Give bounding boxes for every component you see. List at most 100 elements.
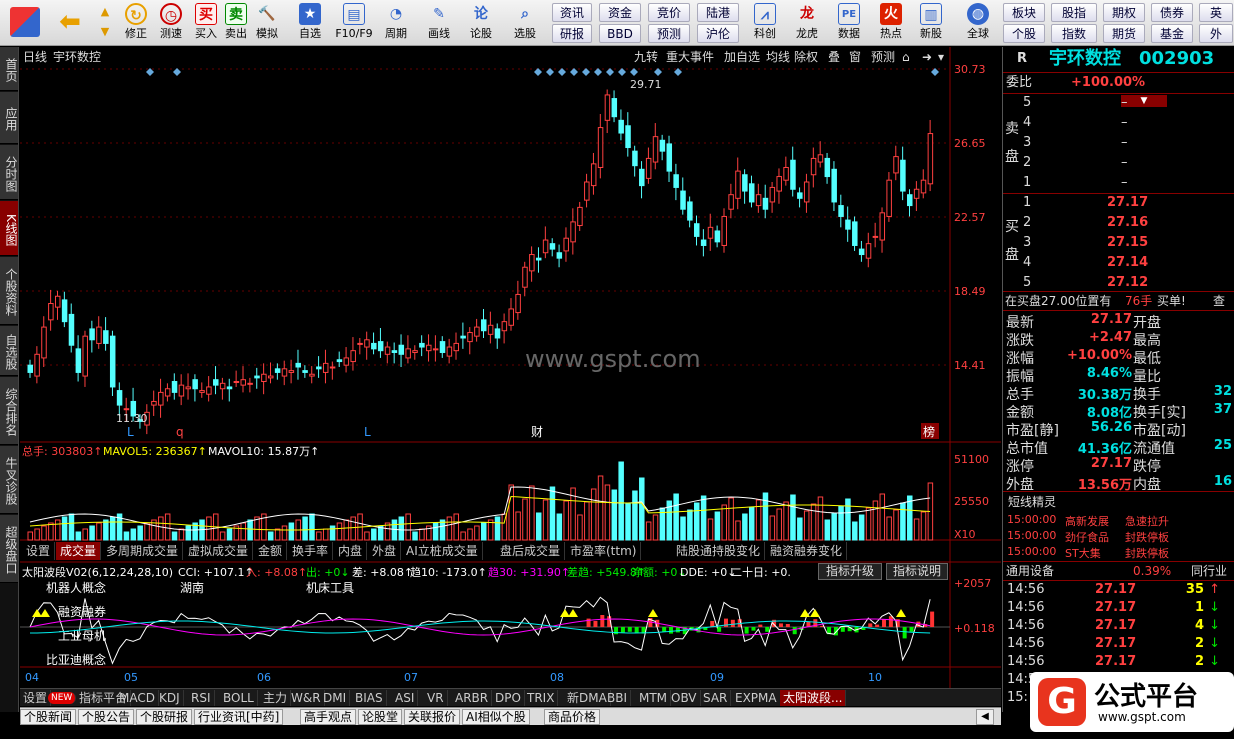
vol-tab-1[interactable]: 成交量	[56, 542, 102, 560]
ind-tab-6[interactable]: BOLL	[220, 690, 258, 706]
ind-tab-18[interactable]: MTM	[636, 690, 672, 706]
side-tab-diagnosis[interactable]: 牛叉诊股	[0, 446, 18, 514]
ind-tab-5[interactable]: RSI	[188, 690, 215, 706]
vol-tab-6[interactable]: 内盘	[334, 542, 368, 560]
forex-button[interactable]: 外汇	[1199, 24, 1233, 60]
research-button[interactable]: 研报	[552, 24, 592, 43]
index-futures-button[interactable]: 股指	[1051, 3, 1097, 22]
vol-tab-7[interactable]: 外盘	[368, 542, 402, 560]
options-button[interactable]: 期权	[1103, 3, 1145, 22]
chart-btn-2[interactable]: 加自选	[724, 50, 760, 64]
side-tab-timeshare[interactable]: 分时图	[0, 145, 18, 200]
side-tab-profile[interactable]: 个股资料	[0, 257, 18, 325]
chart-btn-5[interactable]: 叠	[828, 50, 840, 64]
global-button[interactable]: ◍ 全球	[958, 2, 998, 44]
news-tab-2[interactable]: 个股研报	[136, 709, 193, 725]
simulate-button[interactable]: 🔨 模拟	[252, 2, 282, 44]
dragon-tiger-button[interactable]: 龙龙虎	[788, 2, 826, 44]
side-tab-apps[interactable]: 应用	[0, 92, 18, 144]
bbd-button[interactable]: BBD	[599, 24, 641, 43]
news-tab-3[interactable]: 行业资讯[中药]	[194, 709, 284, 725]
hot-button[interactable]: 火热点	[872, 2, 910, 44]
buy-button[interactable]: 买买入	[192, 2, 220, 44]
side-tab-watchlist[interactable]: 自选股	[0, 326, 18, 376]
chart-btn-0[interactable]: 九转	[634, 49, 658, 64]
side-tab-ranking[interactable]: 综合排名	[0, 377, 18, 445]
shanghai-london-button[interactable]: 沪伦	[697, 24, 739, 43]
news-tab-7[interactable]: AI相似个股	[462, 709, 530, 725]
ind-tab-4[interactable]: KDJ	[156, 690, 184, 706]
ind-tab-19[interactable]: OBV	[668, 690, 701, 706]
indices-button[interactable]: 指数	[1051, 24, 1097, 43]
stocks-button[interactable]: 个股	[1003, 24, 1045, 43]
indicator-help-button[interactable]: 指标说明	[886, 563, 948, 580]
chart-btn-1[interactable]: 重大事件	[666, 50, 714, 64]
ind-tab-22[interactable]: 太阳波段...	[780, 690, 847, 706]
ind-tab-17[interactable]: BBI	[604, 690, 632, 706]
elf-stock-1[interactable]: 劲仔食品	[1065, 529, 1109, 545]
ind-tab-7[interactable]: 主力	[260, 690, 292, 706]
ind-tab-10[interactable]: BIAS	[352, 690, 387, 706]
side-tab-home[interactable]: 首页	[0, 47, 18, 91]
kline-chart-svg[interactable]: 日线 宇环数控 九转 重大事件 加自选 均线 除权叠窗预测 ⌂ ➜ ▾ 30.73 26.65 2…	[20, 47, 1001, 688]
funds-market-button[interactable]: 基金	[1151, 24, 1193, 43]
sector-button[interactable]: 板块	[1003, 3, 1045, 22]
vol-tab-12[interactable]: 融资融券变化	[766, 542, 848, 560]
vol-tab-0[interactable]: 设置	[22, 542, 56, 560]
news-button[interactable]: 资讯	[552, 3, 592, 22]
data-button[interactable]: PE 数据	[830, 2, 868, 44]
vol-tab-8[interactable]: AI立桩成交量	[402, 542, 483, 560]
ind-tab-0[interactable]: 设置	[20, 690, 52, 706]
discuss-button[interactable]: 论论股	[464, 2, 498, 44]
indicator-upgrade-button[interactable]: 指标升级	[818, 563, 882, 580]
vol-tab-10[interactable]: 市盈率(ttm)	[566, 542, 642, 560]
view-more-button[interactable]: 查	[1213, 292, 1225, 310]
stock-picker-button[interactable]: ⌕ 选股	[504, 2, 546, 44]
ind-tab-15[interactable]: TRIX	[524, 690, 559, 706]
collapse-arrow-icon[interactable]: ◀	[976, 709, 994, 725]
ind-tab-12[interactable]: VR	[424, 690, 448, 706]
chart-btn-3[interactable]: 均线	[766, 50, 790, 64]
uk-stocks-button[interactable]: 英股	[1199, 3, 1233, 39]
side-tab-kline[interactable]: K线图	[0, 201, 18, 256]
chart-btn-4[interactable]: 除权	[794, 49, 818, 64]
back-button[interactable]: ⬅	[52, 2, 88, 44]
hk-connect-button[interactable]: 陆港	[697, 3, 739, 22]
kline-chart-area[interactable]: 日线 宇环数控 九转 重大事件 加自选 均线 除权叠窗预测 ⌂ ➜ ▾ 30.73 26.65 2…	[20, 47, 1001, 712]
auction-button[interactable]: 竞价	[648, 3, 690, 22]
vol-tab-9[interactable]: 盘后成交量	[496, 542, 566, 560]
ind-tab-21[interactable]: EXPMA	[732, 690, 781, 706]
ind-tab-3[interactable]: MACD	[116, 690, 159, 706]
funds-button[interactable]: 资金	[599, 3, 641, 22]
industry-name[interactable]: 通用设备	[1006, 562, 1054, 580]
collapse-chevron-icon[interactable]: ▼	[1121, 95, 1167, 107]
same-industry-button[interactable]: 同行业	[1191, 562, 1227, 580]
news-tab-6[interactable]: 关联报价	[404, 709, 461, 725]
ind-tab-1[interactable]: NEW	[48, 692, 77, 704]
news-tab-4[interactable]: 高手观点	[300, 709, 357, 725]
news-tab-5[interactable]: 论股堂	[358, 709, 403, 725]
side-tab-depth[interactable]: 超级盘口	[0, 515, 18, 583]
star-market-button[interactable]: ⩘ 科创	[746, 2, 784, 44]
chart-btn-6[interactable]: 窗	[849, 50, 861, 64]
watchlist-button[interactable]: ★ 自选	[290, 2, 330, 44]
elf-stock-2[interactable]: ST大集	[1065, 545, 1101, 561]
chart-btn-7[interactable]: 预测	[871, 50, 895, 64]
forecast-button[interactable]: 预测	[648, 24, 690, 43]
period-button[interactable]: ◔ 周期	[378, 2, 414, 44]
ind-tab-14[interactable]: DPO	[492, 690, 525, 706]
revise-button[interactable]: ↻ 修正	[120, 2, 152, 44]
futures-button[interactable]: 期货	[1103, 24, 1145, 43]
news-tab-0[interactable]: 个股新闻	[20, 709, 77, 725]
vol-tab-3[interactable]: 虚拟成交量	[184, 542, 254, 560]
up-button[interactable]: ▲ ▼	[92, 2, 118, 44]
vol-tab-4[interactable]: 金额	[254, 542, 288, 560]
news-tab-1[interactable]: 个股公告	[78, 709, 135, 725]
ind-tab-20[interactable]: SAR	[700, 690, 732, 706]
vol-tab-11[interactable]: 陆股通持股变化	[672, 542, 766, 560]
ind-tab-11[interactable]: ASI	[392, 690, 419, 706]
sell-button[interactable]: 卖卖出	[222, 2, 250, 44]
news-tab-8[interactable]: 商品价格	[544, 709, 601, 725]
ind-tab-13[interactable]: ARBR	[452, 690, 493, 706]
vol-tab-2[interactable]: 多周期成交量	[102, 542, 184, 560]
